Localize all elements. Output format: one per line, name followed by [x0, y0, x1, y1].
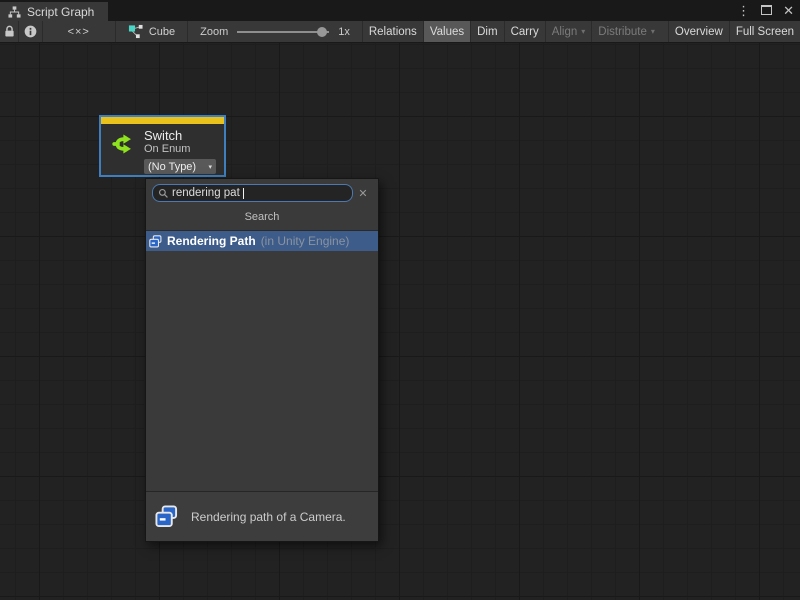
values-button[interactable]: Values: [423, 21, 470, 42]
search-icon: [158, 188, 169, 199]
enum-type-dropdown[interactable]: (No Type) ▾: [144, 159, 216, 174]
node-subtitle: On Enum: [144, 143, 216, 156]
zoom-slider[interactable]: [237, 26, 329, 38]
unity-script-graph-window: Script Graph ⋮ ✕: [0, 0, 800, 600]
fuzzy-finder-popup: rendering pat ✕ Search Rendering Path (i…: [145, 178, 379, 542]
angle-brackets-icon: <×>: [68, 26, 90, 38]
result-description-panel: Rendering path of a Camera.: [146, 491, 378, 541]
toolbar-toggle-group: Relations Values Dim Carry Align ▾ Distr…: [362, 21, 800, 42]
result-name: Rendering Path: [167, 234, 256, 248]
clear-search-icon[interactable]: ✕: [353, 187, 373, 200]
switch-node[interactable]: Switch On Enum (No Type) ▾: [99, 115, 226, 177]
chevron-down-icon: ▾: [208, 163, 212, 171]
tab-script-graph[interactable]: Script Graph: [0, 2, 108, 21]
search-result-rendering-path[interactable]: Rendering Path (in Unity Engine): [146, 231, 378, 251]
zoom-label: Zoom: [200, 26, 228, 38]
zoom-value: 1x: [338, 26, 350, 38]
graph-hierarchy-icon: [8, 6, 21, 18]
result-description: Rendering path of a Camera.: [191, 510, 346, 524]
carry-button[interactable]: Carry: [504, 21, 545, 42]
enum-icon: [149, 235, 162, 248]
distribute-dropdown-button[interactable]: Distribute ▾: [591, 21, 661, 42]
search-input-value: rendering pat: [172, 187, 240, 199]
node-title: Switch: [144, 128, 216, 143]
angle-brackets-button[interactable]: <×>: [43, 21, 116, 42]
lock-button[interactable]: [0, 21, 19, 42]
search-section-header: Search: [146, 202, 378, 231]
chevron-down-icon: ▾: [651, 27, 655, 36]
node-header-bar: [101, 117, 224, 124]
window-controls: ⋮ ✕: [737, 0, 794, 21]
graph-toolbar: <×> Cube Zoom 1x Relations: [0, 21, 800, 43]
lock-icon: [4, 25, 15, 38]
menu-icon[interactable]: ⋮: [737, 4, 750, 17]
search-input[interactable]: rendering pat: [152, 184, 353, 202]
zoom-slider-track: [237, 31, 329, 33]
align-dropdown-button[interactable]: Align ▾: [545, 21, 592, 42]
close-icon[interactable]: ✕: [783, 4, 794, 17]
text-caret: [243, 188, 244, 199]
graph-reference-button[interactable]: Cube: [116, 21, 188, 42]
enum-icon: [155, 505, 178, 528]
zoom-slider-handle[interactable]: [317, 27, 327, 37]
full-screen-button[interactable]: Full Screen: [729, 21, 800, 42]
relations-button[interactable]: Relations: [362, 21, 423, 42]
info-button[interactable]: [19, 21, 43, 42]
graph-node-icon: [128, 24, 143, 39]
tab-title: Script Graph: [27, 5, 94, 19]
overview-button[interactable]: Overview: [668, 21, 729, 42]
results-list-empty-area: [146, 251, 378, 491]
graph-canvas[interactable]: Switch On Enum (No Type) ▾: [0, 43, 800, 600]
info-icon: [24, 25, 37, 38]
switch-branch-icon: [106, 128, 144, 174]
chevron-down-icon: ▾: [581, 27, 585, 36]
dim-button[interactable]: Dim: [470, 21, 503, 42]
maximize-icon[interactable]: [761, 2, 772, 20]
graph-reference-label: Cube: [149, 26, 175, 38]
zoom-control: Zoom 1x: [188, 21, 362, 42]
tab-bar: Script Graph ⋮ ✕: [0, 0, 800, 21]
result-context: (in Unity Engine): [261, 234, 350, 248]
